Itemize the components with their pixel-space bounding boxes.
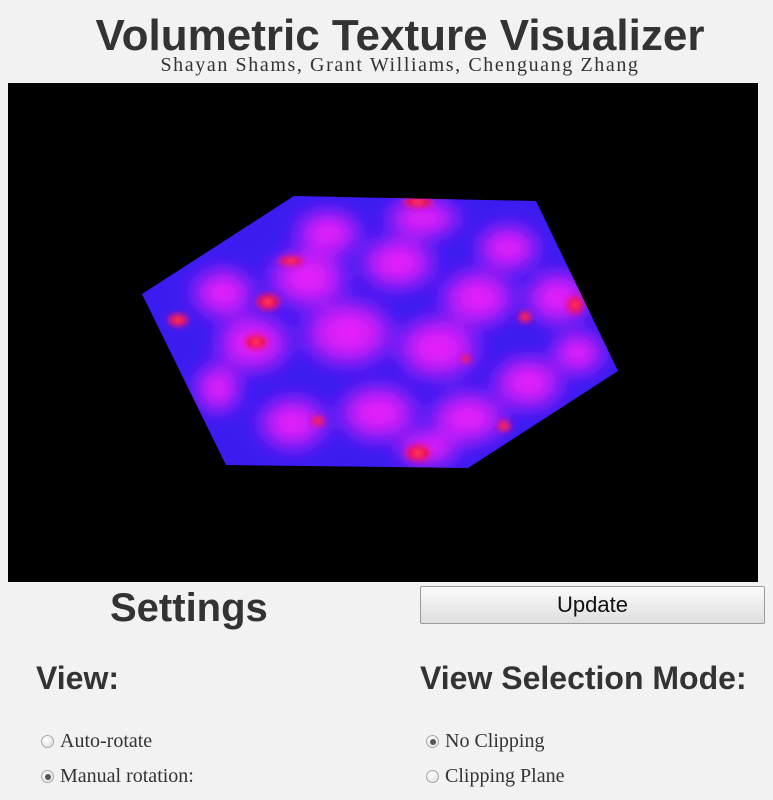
settings-heading: Settings <box>110 586 268 630</box>
volume-render-canvas[interactable] <box>8 83 758 582</box>
view-heading: View: <box>36 660 119 696</box>
volume-cube <box>142 196 618 468</box>
no-clipping-option[interactable]: No Clipping <box>426 730 544 753</box>
no-clipping-radio[interactable] <box>426 735 439 748</box>
clipping-plane-label: Clipping Plane <box>445 765 565 787</box>
update-button[interactable]: Update <box>420 586 765 624</box>
clipping-plane-radio[interactable] <box>426 770 439 783</box>
auto-rotate-label: Auto-rotate <box>60 730 153 752</box>
volume-render-svg <box>142 196 618 468</box>
view-selection-mode-heading: View Selection Mode: <box>420 660 747 696</box>
no-clipping-label: No Clipping <box>445 730 545 752</box>
authors-subtitle: Shayan Shams, Grant Williams, Chenguang … <box>160 54 640 76</box>
auto-rotate-radio[interactable] <box>41 735 54 748</box>
clipping-plane-option[interactable]: Clipping Plane <box>426 765 564 788</box>
manual-rotation-label: Manual rotation: <box>60 765 194 787</box>
manual-rotation-radio[interactable] <box>41 770 54 783</box>
auto-rotate-option[interactable]: Auto-rotate <box>41 730 152 753</box>
manual-rotation-option[interactable]: Manual rotation: <box>41 765 194 788</box>
